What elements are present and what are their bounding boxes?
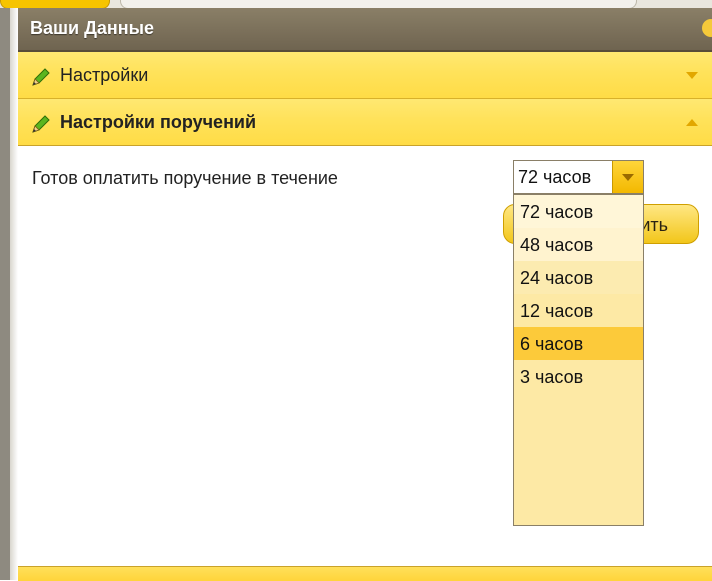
- dropdown-option[interactable]: 3 часов: [514, 360, 643, 393]
- section-header-settings[interactable]: Настройки: [18, 52, 712, 99]
- section-label-order-settings: Настройки поручений: [60, 112, 257, 132]
- your-data-window: Ваши Данные Настройки Настройки поручени…: [18, 8, 712, 581]
- dropdown-option[interactable]: 72 часов: [514, 195, 643, 228]
- window-title: Ваши Данные: [30, 18, 155, 38]
- pay-within-dropdown-list: 72 часов 48 часов 24 часов 12 часов 6 ча…: [513, 194, 644, 526]
- chevron-down-icon: [622, 174, 634, 181]
- next-section-header[interactable]: [18, 566, 712, 581]
- dropdown-option[interactable]: 48 часов: [514, 228, 643, 261]
- window-control-button[interactable]: [702, 19, 712, 37]
- order-settings-panel: Готов оплатить поручение в течение 72 ча…: [18, 146, 712, 566]
- section-label-settings: Настройки: [60, 65, 149, 85]
- pay-within-label: Готов оплатить поручение в течение: [32, 168, 338, 188]
- select-dropdown-button[interactable]: [612, 161, 643, 193]
- dropdown-option[interactable]: 24 часов: [514, 261, 643, 294]
- left-rail: [0, 8, 18, 580]
- dropdown-option-highlighted[interactable]: 6 часов: [514, 327, 643, 360]
- chevron-down-icon[interactable]: [686, 72, 698, 79]
- window-titlebar[interactable]: Ваши Данные: [18, 8, 712, 52]
- pay-within-select-value: 72 часов: [518, 167, 592, 187]
- dropdown-option[interactable]: 12 часов: [514, 294, 643, 327]
- pencil-icon: [32, 115, 50, 133]
- save-button-label: ить: [640, 215, 668, 235]
- pay-within-select[interactable]: 72 часов: [513, 160, 644, 194]
- section-header-order-settings[interactable]: Настройки поручений: [18, 99, 712, 146]
- chevron-up-icon[interactable]: [686, 119, 698, 126]
- pencil-icon: [32, 68, 50, 86]
